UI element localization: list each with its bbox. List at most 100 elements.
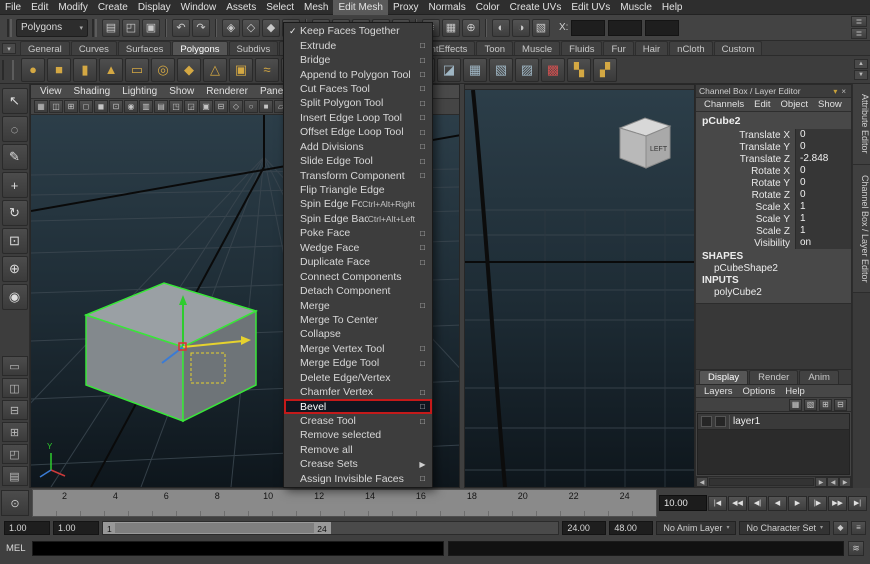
option-box-icon[interactable]: □ (418, 359, 427, 368)
y-input[interactable] (608, 20, 642, 36)
tool-icon[interactable]: ◌ (2, 116, 28, 142)
panel-toolbar-icon[interactable]: ◼ (94, 100, 108, 113)
transport-button[interactable]: ▶▶ (828, 496, 847, 511)
transport-button[interactable]: ◀| (748, 496, 767, 511)
statusline-icon[interactable] (215, 19, 217, 37)
channel-name[interactable]: Scale Y (696, 214, 795, 225)
panel-menu-item[interactable]: Renderer (201, 86, 253, 97)
tool-icon[interactable]: ↖ (2, 88, 28, 114)
menu-item[interactable]: Remove all (284, 443, 432, 457)
channel-value[interactable]: 1 (795, 213, 851, 225)
statusline-icon[interactable]: ◰ (122, 19, 140, 37)
menu-item[interactable]: Assign Invisible Faces □ (284, 472, 432, 486)
option-box-icon[interactable]: □ (418, 301, 427, 310)
menu-item[interactable]: Detach Component (284, 284, 432, 298)
menubar-item[interactable]: Select (261, 0, 299, 15)
shelf-icon[interactable]: ≈ (255, 58, 279, 82)
tree-node[interactable]: polyCube2 (696, 287, 851, 299)
scroll-left-icon[interactable]: ◀ (827, 477, 839, 487)
option-box-icon[interactable]: □ (418, 56, 427, 65)
layer-toolbar-icon[interactable]: ⊟ (834, 399, 847, 411)
menu-item[interactable]: Insert Edge Loop Tool □ (284, 111, 432, 125)
shelf-icon[interactable]: ■ (47, 58, 71, 82)
tree-node[interactable]: SHAPES (696, 251, 851, 263)
z-input[interactable] (645, 20, 679, 36)
shelf-tab[interactable]: Surfaces (118, 41, 172, 55)
statusline-icon[interactable]: ↷ (192, 19, 210, 37)
option-box-icon[interactable]: □ (418, 142, 427, 151)
layer-visibility-toggle[interactable] (701, 416, 712, 427)
channel-box-menu-item[interactable]: Edit (750, 99, 774, 110)
menu-item[interactable]: Merge □ (284, 298, 432, 312)
shelf-scroll-up-icon[interactable]: ▲ (854, 59, 868, 69)
statusline-icon[interactable]: ◈ (222, 19, 240, 37)
layout-shortcut-icon[interactable]: ◫ (2, 378, 28, 398)
panel-toolbar-icon[interactable]: ◇ (229, 100, 243, 113)
layout-shortcut-icon[interactable]: ◰ (2, 444, 28, 464)
shelf-icon[interactable]: ▧ (489, 58, 513, 82)
animation-start-field[interactable] (4, 521, 50, 535)
menubar-item[interactable]: Edit UVs (566, 0, 615, 15)
statusline-icon[interactable]: ▦ (442, 19, 460, 37)
menu-item[interactable]: Flip Triangle Edge (284, 183, 432, 197)
panel-toolbar-icon[interactable]: ◲ (184, 100, 198, 113)
shelf-tab[interactable]: Muscle (514, 41, 560, 55)
transport-button[interactable]: ▶| (848, 496, 867, 511)
layer-toolbar-icon[interactable]: ▦ (789, 399, 802, 411)
option-box-icon[interactable]: □ (418, 128, 427, 137)
menu-item[interactable]: Spin Edge Forward Ctrl+Alt+Right (284, 197, 432, 211)
menubar-item[interactable]: Edit (26, 0, 53, 15)
shelf-tab[interactable]: nCloth (669, 41, 712, 55)
scroll-track[interactable] (709, 478, 814, 486)
channel-value[interactable]: on (795, 237, 851, 249)
menu-item[interactable]: Merge Edge Tool □ (284, 356, 432, 370)
menubar-item[interactable]: Create UVs (505, 0, 567, 15)
range-start-handle[interactable]: 1 (104, 523, 115, 533)
option-box-icon[interactable]: □ (418, 171, 427, 180)
shelf-icon[interactable]: △ (203, 58, 227, 82)
shelf-icon[interactable]: ◆ (177, 58, 201, 82)
channel-name[interactable]: Rotate X (696, 166, 795, 177)
channel-name[interactable]: Translate Y (696, 142, 795, 153)
time-slider[interactable]: 2 4 6 8 10 12 14 16 18 20 (32, 489, 657, 517)
panel-toolbar-icon[interactable]: ◫ (49, 100, 63, 113)
menu-item[interactable]: Bridge □ (284, 53, 432, 67)
option-box-icon[interactable]: □ (418, 388, 427, 397)
panel-toolbar-icon[interactable]: ▤ (154, 100, 168, 113)
object-name[interactable]: pCube2 (696, 114, 851, 129)
option-box-icon[interactable]: □ (418, 70, 427, 79)
menu-item[interactable]: Extrude □ (284, 38, 432, 52)
menu-item[interactable]: Collapse (284, 327, 432, 341)
statusline-icon[interactable] (485, 19, 487, 37)
panel-toolbar-icon[interactable]: ◻ (79, 100, 93, 113)
panel-toolbar-icon[interactable]: ⊟ (214, 100, 228, 113)
layer-editor-menu-item[interactable]: Help (781, 386, 809, 397)
shelf-icon[interactable]: ▭ (125, 58, 149, 82)
layer-editor-tab[interactable]: Display (699, 370, 748, 384)
layer-editor-tab[interactable]: Render (749, 370, 798, 384)
anim-layer-dropdown[interactable]: No Anim Layer ▾ (656, 521, 736, 535)
statusline-icon[interactable]: ◑ (512, 19, 530, 37)
character-set-dropdown[interactable]: No Character Set ▾ (739, 521, 830, 535)
shelf-tab[interactable]: Custom (714, 41, 763, 55)
script-editor-icon[interactable]: ≋ (848, 541, 864, 556)
panel-toolbar-icon[interactable]: ■ (259, 100, 273, 113)
channel-value[interactable]: 0 (795, 177, 851, 189)
tree-node[interactable]: INPUTS (696, 275, 851, 287)
layer-toolbar-icon[interactable]: ▧ (804, 399, 817, 411)
menu-item[interactable]: Crease Sets ▶ (284, 457, 432, 471)
shelf-icon[interactable]: ▨ (515, 58, 539, 82)
toolbar-grip[interactable] (92, 19, 97, 37)
show-hide-ui-icon[interactable]: ≣ (851, 28, 867, 39)
panel-toolbar-icon[interactable]: ⊡ (109, 100, 123, 113)
channel-value[interactable]: 1 (795, 201, 851, 213)
layout-shortcut-icon[interactable]: ⊟ (2, 400, 28, 420)
playback-start-field[interactable] (53, 521, 99, 535)
scroll-right-icon[interactable]: ▶ (839, 477, 851, 487)
side-viewport[interactable]: LEFT (465, 90, 694, 487)
shelf-grip[interactable] (2, 60, 14, 80)
panel-toolbar-icon[interactable]: ▣ (199, 100, 213, 113)
character-menu-icon[interactable]: ⊙ (1, 490, 29, 516)
panel-toolbar-icon[interactable]: ◉ (124, 100, 138, 113)
channel-box-menu-item[interactable]: Show (814, 99, 846, 110)
